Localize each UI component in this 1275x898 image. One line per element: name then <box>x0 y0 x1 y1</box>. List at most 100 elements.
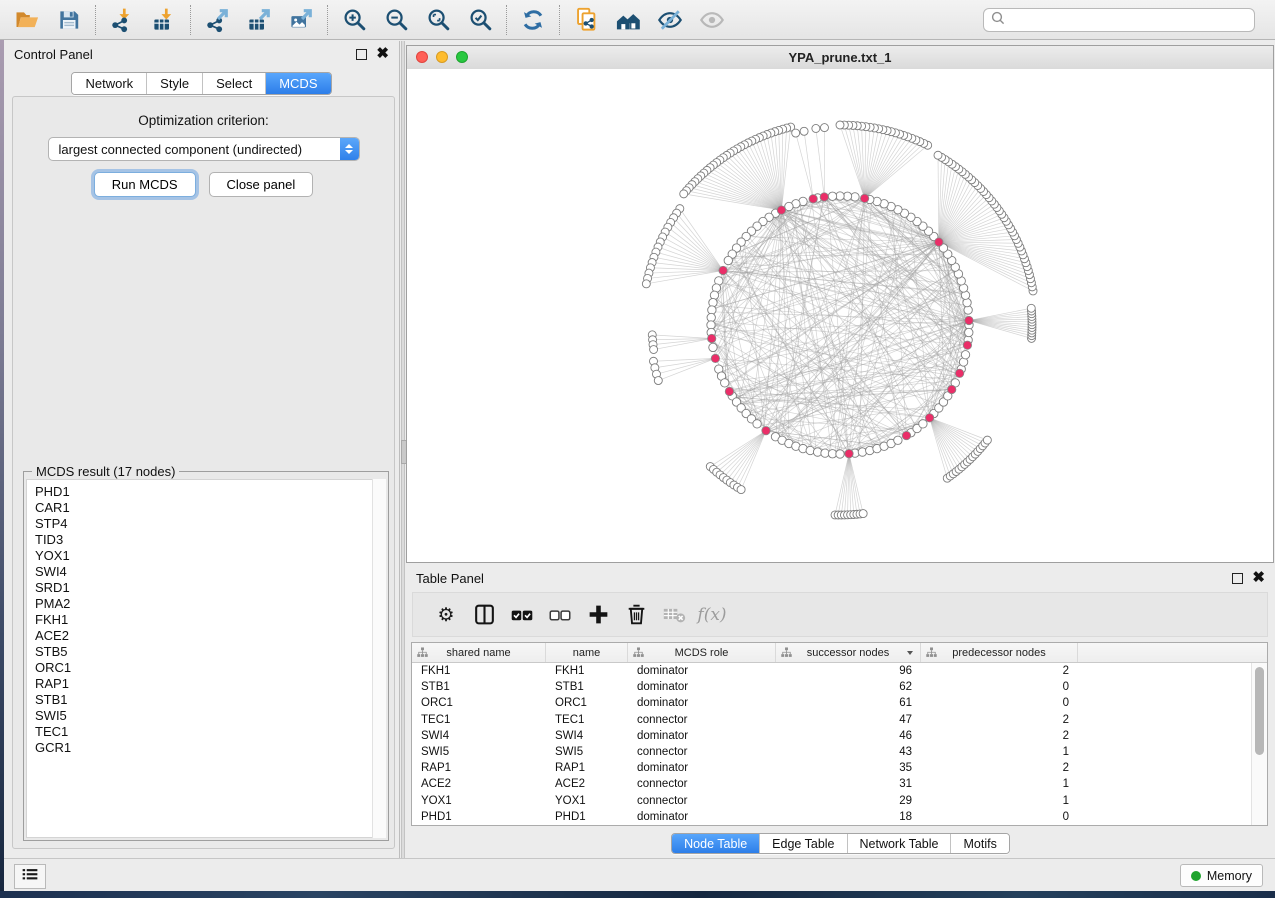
cell-successor-nodes[interactable]: 47 <box>776 714 921 726</box>
cell-successor-nodes[interactable]: 46 <box>776 730 921 742</box>
mcds-result-item[interactable]: SWI4 <box>35 564 385 580</box>
zoom-fit-icon[interactable] <box>417 3 459 37</box>
table-row[interactable]: ACE2ACE2connector311 <box>412 776 1252 792</box>
mcds-result-item[interactable]: PHD1 <box>35 484 385 500</box>
run-mcds-button[interactable]: Run MCDS <box>94 172 196 197</box>
cell-MCDS-role[interactable]: dominator <box>628 811 776 823</box>
cell-name[interactable]: TEC1 <box>546 714 628 726</box>
panel-splitter[interactable] <box>401 41 405 858</box>
deselect-all-icon[interactable] <box>541 597 579 633</box>
cell-MCDS-role[interactable]: connector <box>628 714 776 726</box>
mcds-result-item[interactable]: RAP1 <box>35 676 385 692</box>
cell-predecessor-nodes[interactable]: 2 <box>921 730 1078 742</box>
cell-MCDS-role[interactable]: dominator <box>628 665 776 677</box>
table-mode-icon[interactable]: ⚙ <box>427 597 465 633</box>
first-neighbors-icon[interactable] <box>607 3 649 37</box>
delete-columns-icon[interactable] <box>617 597 655 633</box>
zoom-out-icon[interactable] <box>375 3 417 37</box>
cell-name[interactable]: FKH1 <box>546 665 628 677</box>
column-header-MCDS-role[interactable]: MCDS role <box>628 643 776 662</box>
export-table-icon[interactable] <box>238 3 280 37</box>
cell-shared-name[interactable]: ACE2 <box>412 778 546 790</box>
table-tab-motifs[interactable]: Motifs <box>950 834 1008 853</box>
mcds-result-item[interactable]: STP4 <box>35 516 385 532</box>
cell-shared-name[interactable]: PHD1 <box>412 811 546 823</box>
cell-shared-name[interactable]: YOX1 <box>412 795 546 807</box>
show-columns-icon[interactable] <box>465 597 503 633</box>
cell-predecessor-nodes[interactable]: 1 <box>921 746 1078 758</box>
table-row[interactable]: SWI4SWI4dominator462 <box>412 728 1252 744</box>
cell-MCDS-role[interactable]: connector <box>628 778 776 790</box>
cell-successor-nodes[interactable]: 62 <box>776 681 921 693</box>
refresh-icon[interactable] <box>512 3 554 37</box>
cell-successor-nodes[interactable]: 35 <box>776 762 921 774</box>
cell-successor-nodes[interactable]: 61 <box>776 697 921 709</box>
network-canvas[interactable] <box>407 69 1273 562</box>
table-row[interactable]: RAP1RAP1dominator352 <box>412 760 1252 776</box>
cell-successor-nodes[interactable]: 18 <box>776 811 921 823</box>
cell-name[interactable]: SWI4 <box>546 730 628 742</box>
mcds-result-item[interactable]: CAR1 <box>35 500 385 516</box>
result-list-scrollbar[interactable] <box>372 479 386 838</box>
close-panel-button[interactable]: Close panel <box>209 172 314 197</box>
close-table-panel-icon[interactable]: ✖ <box>1252 573 1265 583</box>
tab-network[interactable]: Network <box>72 73 146 94</box>
import-network-icon[interactable] <box>101 3 143 37</box>
cell-predecessor-nodes[interactable]: 2 <box>921 762 1078 774</box>
mcds-result-item[interactable]: TEC1 <box>35 724 385 740</box>
cell-successor-nodes[interactable]: 96 <box>776 665 921 677</box>
search-input[interactable] <box>1006 12 1254 28</box>
column-header-name[interactable]: name <box>546 643 628 662</box>
table-tab-network-table[interactable]: Network Table <box>847 834 951 853</box>
cell-shared-name[interactable]: FKH1 <box>412 665 546 677</box>
column-header-predecessor-nodes[interactable]: predecessor nodes <box>921 643 1078 662</box>
cell-predecessor-nodes[interactable]: 1 <box>921 778 1078 790</box>
close-panel-icon[interactable]: ✖ <box>376 49 389 59</box>
cell-MCDS-role[interactable]: connector <box>628 746 776 758</box>
cell-MCDS-role[interactable]: dominator <box>628 697 776 709</box>
cell-predecessor-nodes[interactable]: 0 <box>921 681 1078 693</box>
cell-name[interactable]: RAP1 <box>546 762 628 774</box>
open-session-icon[interactable] <box>6 3 48 37</box>
cell-predecessor-nodes[interactable]: 2 <box>921 714 1078 726</box>
cell-successor-nodes[interactable]: 43 <box>776 746 921 758</box>
table-scrollbar[interactable] <box>1251 663 1267 825</box>
mcds-result-item[interactable]: ACE2 <box>35 628 385 644</box>
table-row[interactable]: TEC1TEC1connector472 <box>412 712 1252 728</box>
column-header-successor-nodes[interactable]: successor nodes <box>776 643 921 662</box>
mcds-result-item[interactable]: STB1 <box>35 692 385 708</box>
table-tab-edge-table[interactable]: Edge Table <box>759 834 846 853</box>
cell-MCDS-role[interactable]: dominator <box>628 762 776 774</box>
search-box[interactable] <box>983 8 1255 32</box>
cell-shared-name[interactable]: SWI5 <box>412 746 546 758</box>
mcds-result-item[interactable]: TID3 <box>35 532 385 548</box>
export-network-icon[interactable] <box>196 3 238 37</box>
cell-MCDS-role[interactable]: dominator <box>628 681 776 693</box>
cell-MCDS-role[interactable]: connector <box>628 795 776 807</box>
float-panel-icon[interactable] <box>356 49 367 60</box>
cell-name[interactable]: ACE2 <box>546 778 628 790</box>
table-row[interactable]: ORC1ORC1dominator610 <box>412 695 1252 711</box>
export-image-icon[interactable] <box>280 3 322 37</box>
cell-shared-name[interactable]: RAP1 <box>412 762 546 774</box>
tab-style[interactable]: Style <box>146 73 202 94</box>
mcds-result-list[interactable]: PHD1CAR1STP4TID3YOX1SWI4SRD1PMA2FKH1ACE2… <box>26 479 386 838</box>
mcds-result-item[interactable]: PMA2 <box>35 596 385 612</box>
float-table-panel-icon[interactable] <box>1232 573 1243 584</box>
tab-select[interactable]: Select <box>202 73 265 94</box>
cell-name[interactable]: PHD1 <box>546 811 628 823</box>
table-row[interactable]: SWI5SWI5connector431 <box>412 744 1252 760</box>
mcds-result-item[interactable]: STB5 <box>35 644 385 660</box>
table-scrollbar-thumb[interactable] <box>1255 667 1264 755</box>
criterion-dropdown[interactable]: largest connected component (undirected) <box>48 137 360 161</box>
create-column-icon[interactable] <box>579 597 617 633</box>
mcds-result-item[interactable]: FKH1 <box>35 612 385 628</box>
cell-MCDS-role[interactable]: dominator <box>628 730 776 742</box>
table-tab-node-table[interactable]: Node Table <box>672 834 759 853</box>
cell-name[interactable]: YOX1 <box>546 795 628 807</box>
zoom-selected-icon[interactable] <box>459 3 501 37</box>
cell-shared-name[interactable]: STB1 <box>412 681 546 693</box>
mcds-result-item[interactable]: SRD1 <box>35 580 385 596</box>
mcds-result-item[interactable]: YOX1 <box>35 548 385 564</box>
new-network-from-selection-icon[interactable] <box>565 3 607 37</box>
